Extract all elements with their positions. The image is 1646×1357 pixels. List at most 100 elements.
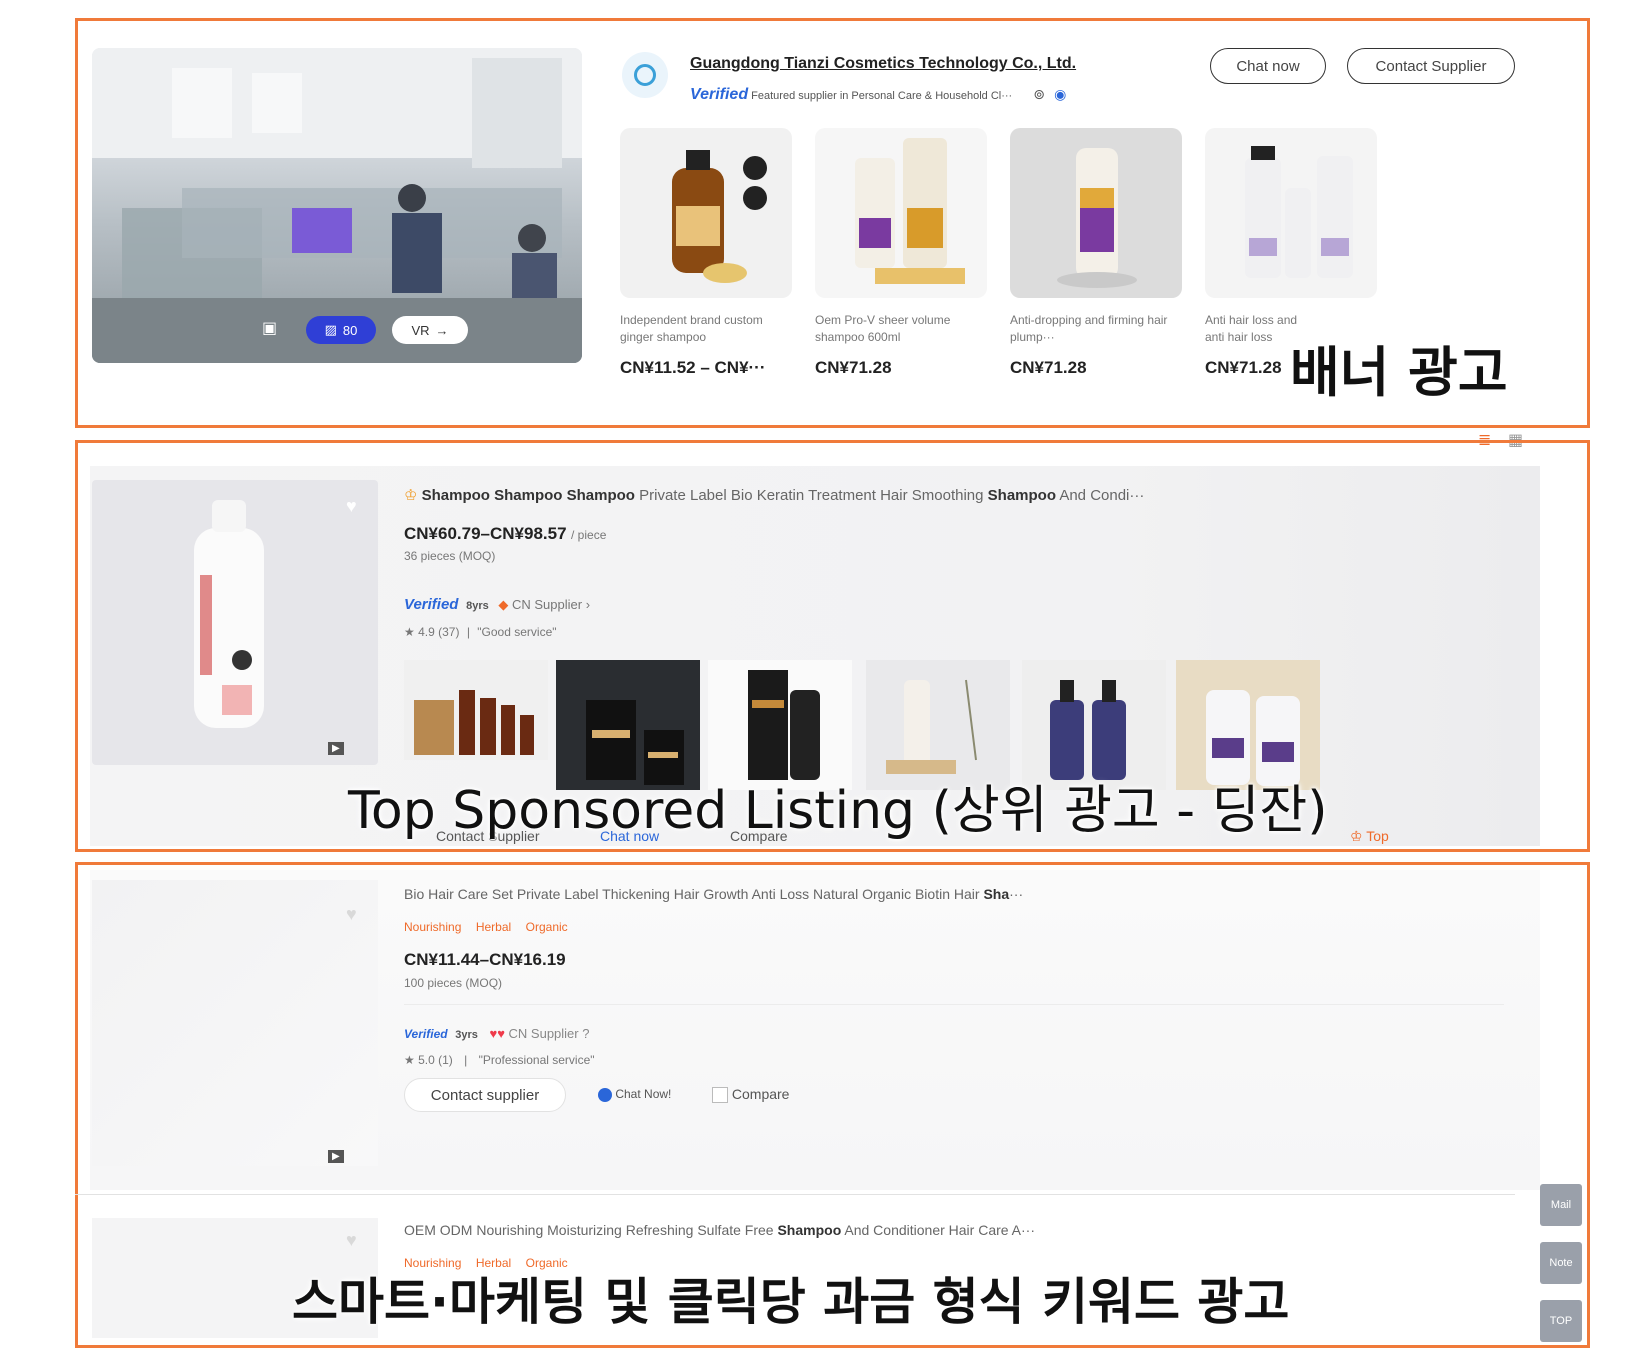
chevron-right-icon: › (585, 597, 591, 612)
keyword-divider (404, 1004, 1504, 1005)
side-note-button[interactable]: Note (1540, 1242, 1582, 1284)
info-icon: ? (582, 1026, 590, 1041)
keyword-item1-supplier-row[interactable]: Verified 3yrs ♥♥ CN Supplier ? (404, 1026, 589, 1041)
keyword-item1-price: CN¥11.44–CN¥16.19 (404, 950, 566, 969)
supplier-years: 3yrs (455, 1029, 478, 1041)
video-play-icon[interactable]: ▶ (328, 742, 344, 755)
diamond-icon: ◆ (498, 597, 509, 612)
keyword-compare-label: Compare (731, 1086, 790, 1102)
keyword-item2-title[interactable]: OEM ODM Nourishing Moisturizing Refreshi… (404, 1222, 1035, 1238)
supplier-type: CN Supplier (508, 1026, 579, 1041)
keyword-ad-label: 스마트·마케팅 및 클릭당 과금 형식 키워드 광고 (292, 1273, 1290, 1331)
product-set-image (414, 690, 534, 755)
sponsored-gallery-image-1[interactable] (404, 660, 548, 760)
keyword-item1-moq: 100 pieces (MOQ) (404, 975, 502, 992)
keyword-item1-image[interactable]: ♥ ▶ (92, 880, 378, 1166)
sponsored-product-title[interactable]: ♔ Shampoo Shampoo Shampoo Private Label … (404, 486, 1334, 504)
banner-product-image-2[interactable] (815, 128, 987, 298)
sponsored-top-label: Top (1366, 828, 1389, 844)
chat-icon (598, 1087, 612, 1102)
keyword-item1-title-bold: Sha (983, 886, 1010, 902)
keyword-item1-moq-suffix: (MOQ) (465, 976, 503, 990)
tag-nourishing: Nourishing (404, 920, 462, 934)
logo-mark-icon (634, 64, 656, 86)
favorite-heart-icon[interactable]: ♥ (346, 904, 357, 925)
sponsored-supplier-row[interactable]: Verified 8yrs ◆ CN Supplier › (404, 596, 590, 613)
company-office-photo[interactable]: ▣ ▨ 80 VR → (92, 48, 582, 363)
contact-supplier-button[interactable]: Contact Supplier (1347, 48, 1515, 84)
globe-icon: ◉ (1054, 86, 1067, 102)
keyword-item1-review: "Professional service" (478, 1053, 595, 1067)
top-sponsored-ad-label: Top Sponsored Listing (상위 광고 - 딩잔) (348, 781, 1328, 841)
keyword-item1-rating-row: ★ 5.0 (1) | "Professional service" (404, 1053, 595, 1067)
banner-product-title-2[interactable]: Oem Pro-V sheer volume shampoo 600ml (815, 312, 985, 346)
banner-product-image-3[interactable] (1010, 128, 1182, 298)
banner-product-image-1[interactable] (620, 128, 792, 298)
note-icon: Note (1549, 1257, 1573, 1269)
banner-product-price-4: CN¥71.28 (1205, 358, 1282, 377)
tag-herbal: Herbal (475, 920, 512, 934)
sponsored-price-row: CN¥60.79–CN¥98.57 / piece (404, 524, 606, 544)
crown-icon: ♔ (1350, 828, 1363, 844)
video-play-icon[interactable]: ▶ (328, 1150, 344, 1163)
banner-product-price-1: CN¥11.52 – CN¥··· (620, 358, 766, 377)
sponsored-top-badge: ♔ Top (1350, 828, 1389, 845)
sponsored-unit: / piece (571, 528, 607, 542)
keyword-item1-title-text: Bio Hair Care Set Private Label Thickeni… (404, 886, 984, 902)
verified-row: Verified Featured supplier in Personal C… (690, 86, 1066, 104)
photo-icon: ▨ (324, 322, 337, 337)
banner-product-title-1[interactable]: Independent brand custom ginger shampoo (620, 312, 790, 346)
sponsored-rating: 4.9 (37) (418, 625, 460, 639)
keyword-chat-label: Chat Now! (615, 1087, 672, 1101)
vr-button[interactable]: VR → (392, 316, 468, 344)
company-logo[interactable] (622, 52, 668, 98)
diamond-icon: ♥♥ (489, 1026, 505, 1041)
sponsored-main-image[interactable]: ♥ ▶ (92, 480, 378, 765)
checkbox-icon (712, 1087, 728, 1104)
sponsored-price: CN¥60.79–CN¥98.57 (404, 524, 567, 543)
keyword-item1-tags: Nourishing Herbal Organic (404, 918, 578, 936)
gallery-icon[interactable]: ▣ (262, 318, 284, 340)
sponsored-review: "Good service" (477, 625, 557, 639)
back-to-top-button[interactable]: TOP (1540, 1300, 1582, 1342)
keyword-contact-supplier-button[interactable]: Contact supplier (404, 1078, 566, 1112)
sponsored-rating-row: ★ 4.9 (37) | "Good service" (404, 625, 557, 639)
keyword-item1-title[interactable]: Bio Hair Care Set Private Label Thickeni… (404, 886, 1023, 902)
keyword-compare-checkbox[interactable]: Compare (712, 1086, 790, 1104)
keyword-item1-moq-value: 100 pieces (404, 976, 463, 990)
shampoo-bottle-purple-image (1057, 148, 1137, 288)
favorite-heart-icon[interactable]: ♥ (346, 1230, 357, 1251)
banner-product-image-4[interactable] (1205, 128, 1377, 298)
sponsored-moq-suffix: (MOQ) (458, 549, 496, 563)
keyword-item2-title-bold: Shampoo (777, 1222, 842, 1238)
photo-count: 80 (342, 322, 358, 338)
arrow-right-icon: → (435, 322, 449, 338)
verified-badge: Verified (404, 1027, 448, 1041)
verified-description: Featured supplier in Personal Care & Hou… (751, 90, 1013, 102)
company-name-link[interactable]: Guangdong Tianzi Cosmetics Technology Co… (690, 55, 1076, 73)
keyword-item2-title-end: And Conditioner Hair Care A··· (841, 1222, 1036, 1238)
star-icon: ★ (404, 1053, 415, 1067)
sponsored-title-bold: Shampoo Shampoo Shampoo (421, 487, 635, 504)
keyword-item1-rating: 5.0 (1) (418, 1053, 453, 1067)
chat-now-button[interactable]: Chat now (1210, 48, 1326, 84)
banner-product-price-3: CN¥71.28 (1010, 358, 1087, 377)
shampoo-bottle-image (672, 150, 767, 283)
white-shampoo-bottle-image (194, 500, 264, 728)
crown-icon: ♔ (404, 487, 418, 504)
supplier-type: CN Supplier (511, 597, 583, 612)
verified-badge: Verified (404, 596, 459, 613)
banner-ad-label: 배너 광고 (1290, 341, 1508, 404)
keyword-chat-now-button[interactable]: Chat Now! (598, 1087, 671, 1102)
hair-loss-set-image (1245, 146, 1353, 278)
banner-product-title-3[interactable]: Anti-dropping and firming hair plump··· (1010, 312, 1180, 346)
sponsored-moq-value: 36 pieces (404, 549, 456, 563)
tag-organic: Organic (525, 920, 568, 934)
photo-count-badge[interactable]: ▨ 80 (306, 316, 376, 344)
keyword-row-divider (75, 1194, 1515, 1195)
side-mail-button[interactable]: Mail (1540, 1184, 1582, 1226)
sponsored-title-bold-2: Shampoo (987, 487, 1056, 504)
banner-product-price-2: CN¥71.28 (815, 358, 892, 377)
star-icon: ★ (404, 625, 415, 639)
favorite-heart-icon[interactable]: ♥ (346, 496, 357, 517)
